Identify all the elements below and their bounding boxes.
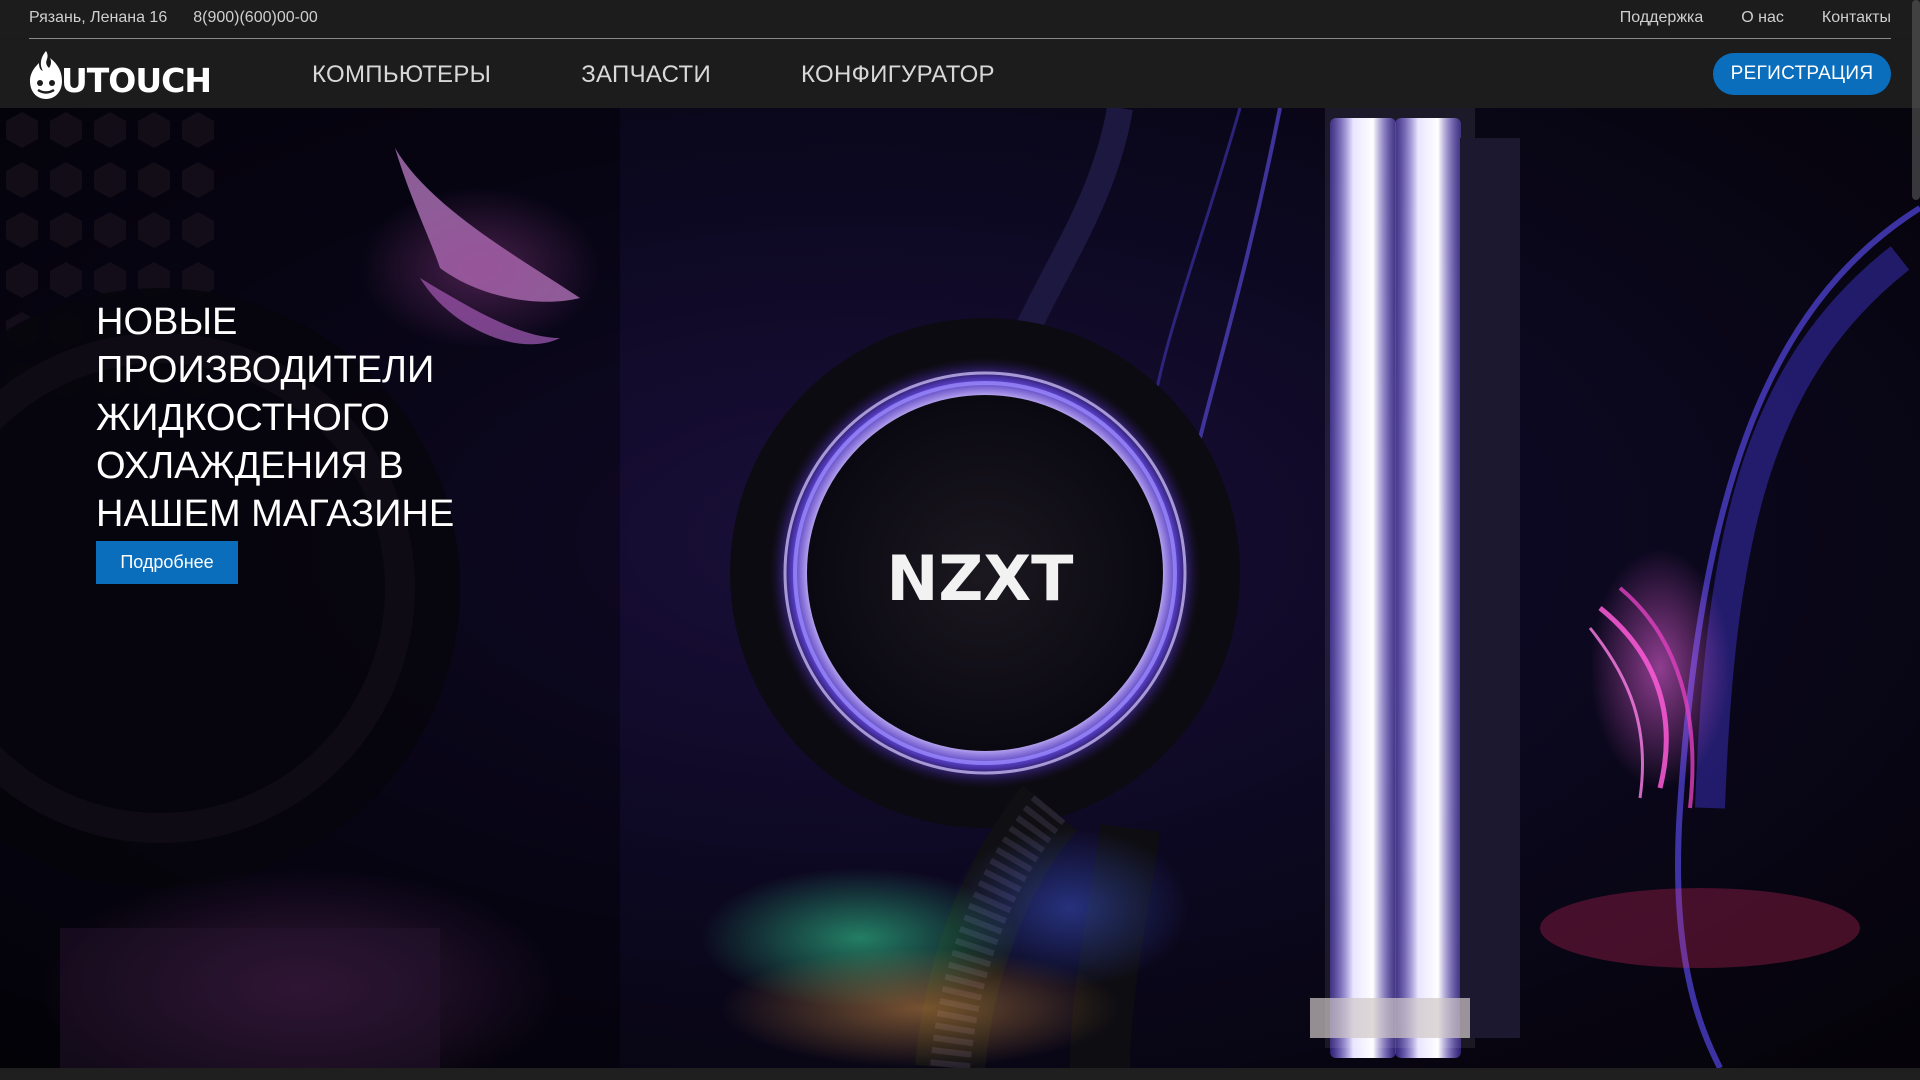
address-text: Рязань, Ленана 16 [29, 9, 168, 26]
scrollbar[interactable] [1912, 0, 1920, 200]
nav-menu: КОМПЬЮТЕРЫ ЗАПЧАСТИ КОНФИГУРАТОР [312, 61, 995, 89]
contacts-link[interactable]: Контакты [1822, 9, 1891, 27]
learn-more-button[interactable]: Подробнее [96, 541, 238, 584]
nzxt-logo-text: NZXT [887, 542, 1074, 615]
pc-build-photo: NZXT [0, 108, 1920, 1068]
hero-banner: NZXT НОВЫЕ ПРОИЗВОДИТЕЛИ ЖИДКОСТНОГО ОХЛ… [0, 108, 1920, 1068]
nav-item-parts[interactable]: ЗАПЧАСТИ [581, 61, 711, 89]
page: Рязань, Ленана 16 8(900)(600)00-00 Подде… [0, 0, 1920, 1080]
support-link[interactable]: Поддержка [1620, 9, 1703, 27]
nav-item-configurator[interactable]: КОНФИГУРАТОР [801, 61, 995, 89]
top-links: Поддержка О нас Контакты [1620, 9, 1891, 27]
contact-info: Рязань, Ленана 16 8(900)(600)00-00 [29, 9, 318, 27]
nav-item-computers[interactable]: КОМПЬЮТЕРЫ [312, 61, 491, 89]
hero-title: НОВЫЕ ПРОИЗВОДИТЕЛИ ЖИДКОСТНОГО ОХЛАЖДЕН… [96, 301, 455, 535]
logo-text: UTOUCH [61, 60, 212, 100]
main-navbar: UTOUCH КОМПЬЮТЕРЫ ЗАПЧАСТИ КОНФИГУРАТОР … [0, 39, 1920, 108]
top-info-bar: Рязань, Ленана 16 8(900)(600)00-00 Подде… [0, 0, 1920, 38]
about-link[interactable]: О нас [1741, 9, 1784, 27]
page-footer-edge [0, 1068, 1920, 1080]
phone-text[interactable]: 8(900)(600)00-00 [193, 9, 318, 27]
flame-logo-icon [30, 51, 62, 99]
site-logo[interactable]: UTOUCH [29, 50, 219, 100]
register-button[interactable]: РЕГИСТРАЦИЯ [1713, 53, 1891, 95]
